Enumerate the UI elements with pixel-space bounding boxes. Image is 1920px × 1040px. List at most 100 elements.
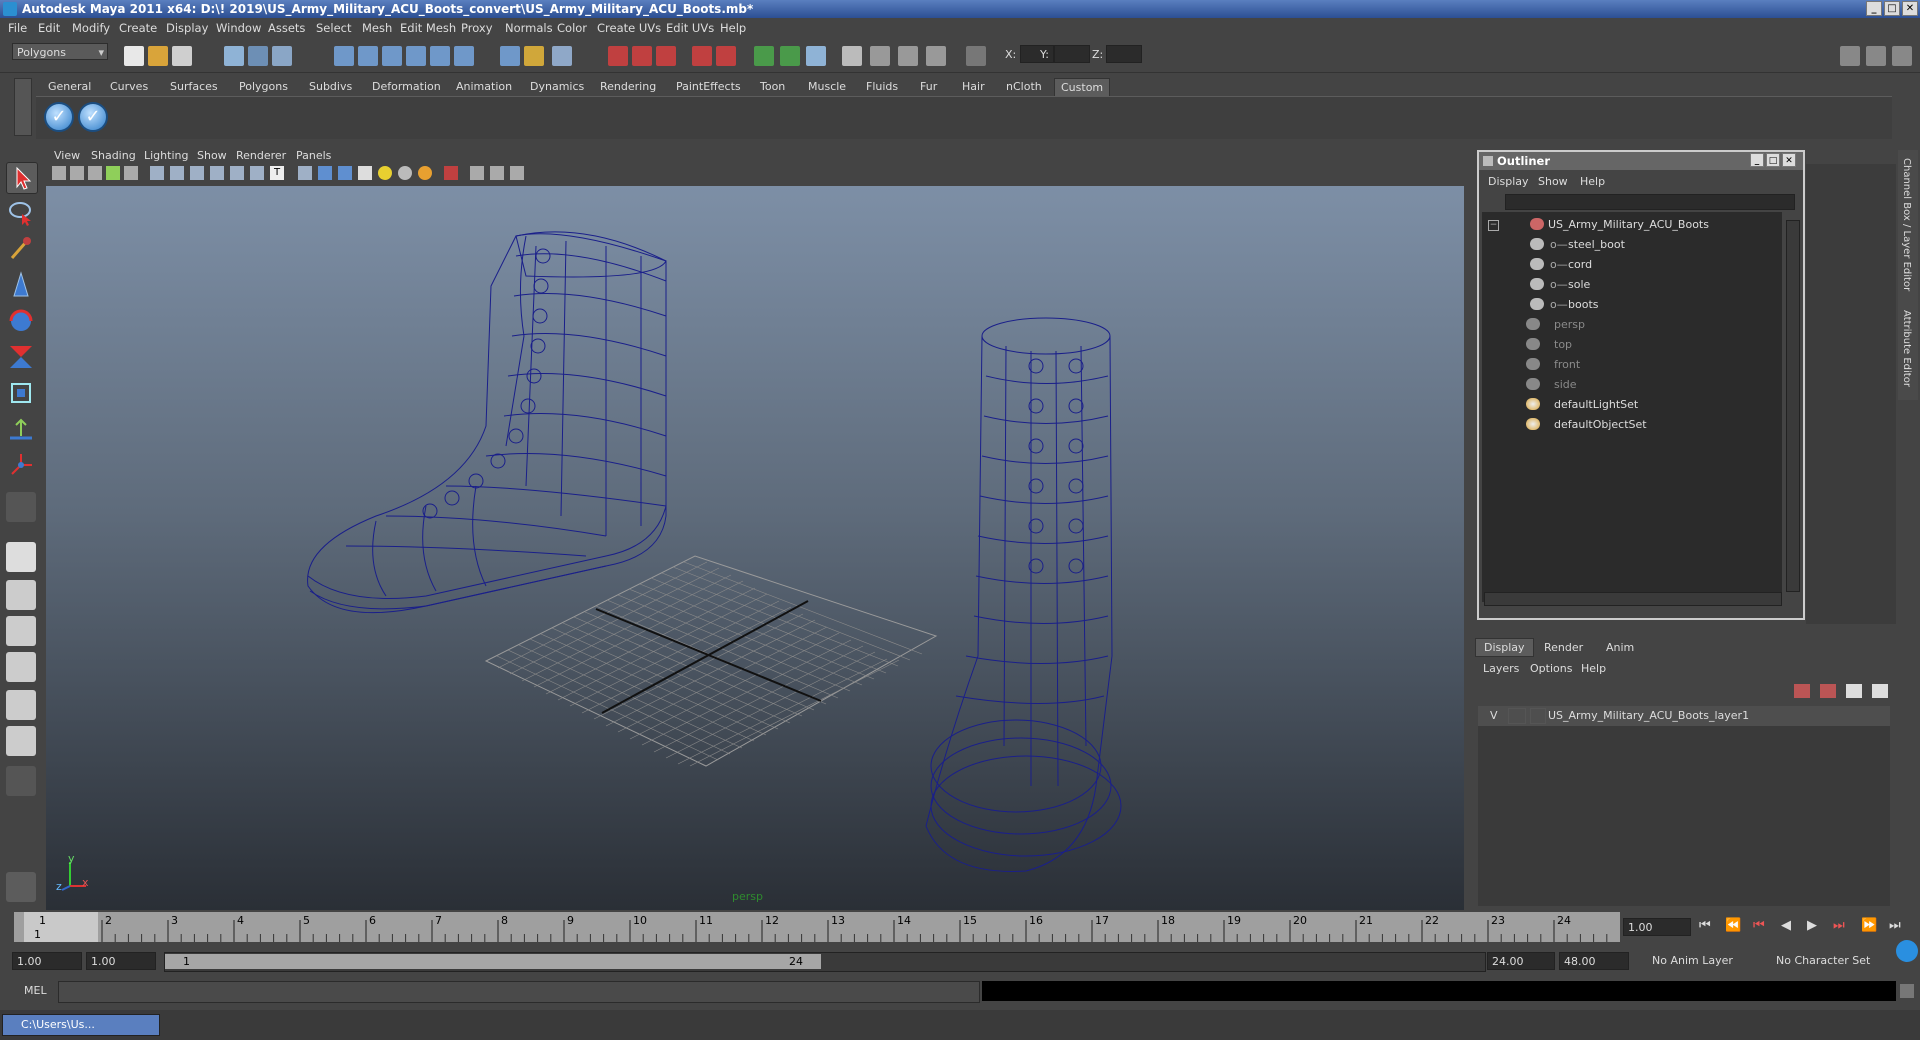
outliner-item-steel-boot[interactable]: steel_boot — [1568, 238, 1625, 251]
outliner-maximize-button[interactable]: □ — [1766, 153, 1780, 167]
checkmark-icon[interactable]: ✓ — [44, 102, 74, 132]
shelf-tab-surfaces[interactable]: Surfaces — [164, 78, 224, 96]
outliner-minimize-button[interactable]: _ — [1750, 153, 1764, 167]
menu-display[interactable]: Display — [166, 21, 208, 35]
gate-mask-icon[interactable] — [210, 166, 224, 180]
outliner-item-sole[interactable]: sole — [1568, 278, 1590, 291]
save-scene-icon[interactable] — [172, 46, 192, 66]
field-chart-icon[interactable] — [230, 166, 244, 180]
snap-plane-icon[interactable] — [406, 46, 426, 66]
perspective-viewport[interactable]: y x z persp — [46, 186, 1464, 910]
resolution-gate-icon[interactable] — [190, 166, 204, 180]
input-output-icon[interactable] — [552, 46, 572, 66]
render-current-icon[interactable] — [608, 46, 628, 66]
menu-create-uvs[interactable]: Create UVs — [597, 21, 661, 35]
layer-visibility-toggle[interactable]: V — [1490, 709, 1498, 722]
image-plane-icon[interactable] — [106, 166, 120, 180]
maximize-button[interactable]: □ — [1884, 1, 1900, 16]
menu-edit-uvs[interactable]: Edit UVs — [666, 21, 714, 35]
attribute-editor-tab[interactable]: Attribute Editor — [1901, 310, 1912, 387]
hud-icon[interactable] — [510, 166, 524, 180]
render-settings-icon[interactable] — [656, 46, 676, 66]
select-hierarchy-icon[interactable] — [224, 46, 244, 66]
toggle-attribute-editor-icon[interactable] — [1866, 46, 1886, 66]
snap-curve-icon[interactable] — [358, 46, 378, 66]
boot-right-wireframe[interactable] — [925, 317, 1122, 872]
outliner-item-side[interactable]: side — [1554, 378, 1577, 391]
layer-menu-options[interactable]: Options — [1530, 662, 1572, 675]
hypershade-icon[interactable] — [692, 46, 712, 66]
wireframe-on-shaded-icon[interactable] — [338, 166, 352, 180]
history-icon[interactable] — [500, 46, 520, 66]
shelf-tab-muscle[interactable]: Muscle — [802, 78, 852, 96]
single-perspective-layout-icon[interactable] — [6, 542, 36, 572]
menu-normals[interactable]: Normals — [505, 21, 553, 35]
viewport-menu-panels[interactable]: Panels — [296, 149, 331, 162]
shelf-tab-toon[interactable]: Toon — [754, 78, 791, 96]
shelf-tab-deformation[interactable]: Deformation — [366, 78, 447, 96]
character-set-dropdown[interactable]: No Character Set — [1772, 952, 1888, 970]
menu-color[interactable]: Color — [557, 21, 587, 35]
viewport-menu-shading[interactable]: Shading — [91, 149, 136, 162]
select-by-name-icon[interactable] — [754, 46, 774, 66]
persp-graph-layout-icon[interactable] — [6, 652, 36, 682]
four-view-layout-icon[interactable] — [6, 580, 36, 610]
outliner-menu-help[interactable]: Help — [1580, 175, 1605, 188]
menu-modify[interactable]: Modify — [72, 21, 110, 35]
snap-view-icon[interactable] — [454, 46, 474, 66]
step-back-key-icon[interactable]: ⏮ — [1753, 918, 1765, 933]
layer-color-swatch[interactable] — [1530, 708, 1546, 724]
step-forward-key-icon[interactable]: ⏭ — [1833, 918, 1845, 933]
new-empty-layer-icon[interactable] — [1846, 684, 1862, 698]
shadows-icon[interactable] — [418, 166, 432, 180]
layer-tab-anim[interactable]: Anim — [1606, 641, 1634, 654]
textured-icon[interactable] — [358, 166, 372, 180]
select-component-icon[interactable] — [272, 46, 292, 66]
play-forward-icon[interactable]: ▶ — [1807, 918, 1817, 933]
end-time-field[interactable]: 48.00 — [1559, 952, 1629, 970]
hypershade-layout-icon[interactable] — [6, 690, 36, 720]
anim-layer-dropdown[interactable]: No Anim Layer — [1648, 952, 1758, 970]
show-manipulator-icon[interactable] — [6, 450, 36, 480]
select-camera-icon[interactable] — [52, 166, 66, 180]
open-scene-icon[interactable] — [148, 46, 168, 66]
panel-layout-icon[interactable] — [806, 46, 826, 66]
layer-type-toggle[interactable] — [1508, 708, 1526, 724]
layer-name[interactable]: US_Army_Military_ACU_Boots_layer1 — [1548, 709, 1749, 722]
close-button[interactable]: ✕ — [1902, 1, 1918, 16]
new-scene-icon[interactable] — [124, 46, 144, 66]
wireframe-icon[interactable] — [298, 166, 312, 180]
grid-icon[interactable] — [150, 166, 164, 180]
step-forward-frame-icon[interactable]: ⏩ — [1861, 918, 1877, 933]
layout-options-icon[interactable] — [6, 766, 36, 796]
start-time-field[interactable]: 1.00 — [12, 952, 82, 970]
camera-attributes-icon[interactable] — [70, 166, 84, 180]
outliner-item-cord[interactable]: cord — [1568, 258, 1592, 271]
shelf-tab-general[interactable]: General — [42, 78, 97, 96]
layer-tab-display[interactable]: Display — [1475, 638, 1534, 657]
use-default-light-icon[interactable] — [378, 166, 392, 180]
viewport-menu-view[interactable]: View — [54, 149, 80, 162]
paint-select-tool-icon[interactable] — [6, 234, 36, 264]
outliner-vertical-scrollbar[interactable] — [1786, 220, 1800, 592]
smooth-shade-icon[interactable] — [318, 166, 332, 180]
snap-surface-icon[interactable] — [430, 46, 450, 66]
outliner-item-boots[interactable]: boots — [1568, 298, 1599, 311]
outliner-item-default-object-set[interactable]: defaultObjectSet — [1554, 418, 1647, 431]
menu-help[interactable]: Help — [720, 21, 746, 35]
auto-key-icon[interactable] — [1896, 940, 1918, 962]
time-slider[interactable]: 1 — [14, 912, 1620, 942]
outliner-title-bar[interactable]: Outliner _ □ ✕ — [1479, 152, 1803, 170]
boot-left-wireframe[interactable] — [307, 231, 667, 614]
shelf-tab-fluids[interactable]: Fluids — [860, 78, 904, 96]
xray-joints-icon[interactable] — [490, 166, 504, 180]
safe-action-icon[interactable] — [250, 166, 264, 180]
select-object-icon[interactable] — [248, 46, 268, 66]
menu-edit[interactable]: Edit — [38, 21, 60, 35]
command-input[interactable] — [58, 981, 980, 1003]
collapse-icon[interactable]: − — [1488, 220, 1499, 231]
layer-tab-render[interactable]: Render — [1544, 641, 1583, 654]
shelf-menu-handle[interactable] — [14, 78, 32, 136]
outliner-graph-layout-icon[interactable] — [6, 726, 36, 756]
toggle-tool-settings-icon[interactable] — [1892, 46, 1912, 66]
